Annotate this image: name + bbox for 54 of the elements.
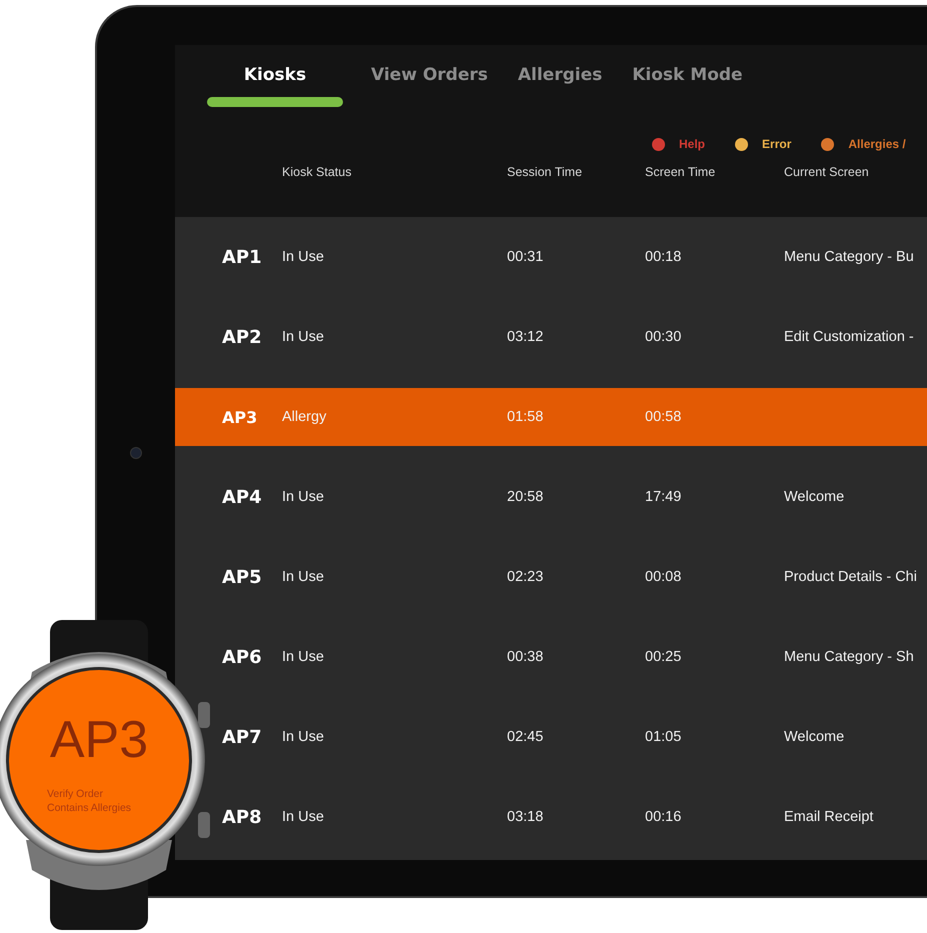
table-cell-text: 20:58 [507,489,544,505]
table-cell-text: 02:45 [507,729,544,745]
table-cell-text: 01:58 [507,409,544,425]
kiosk-id: AP5 [222,566,263,588]
table-cell-text: Edit Customization - [784,329,915,345]
legend-label: Error [762,137,792,151]
kiosk-id: AP6 [222,646,263,668]
table-cell-text: 00:31 [507,249,544,265]
kiosk-id: AP1 [222,246,263,268]
column-header: Kiosk Status [282,165,352,179]
table-cell-text: Welcome [784,489,846,505]
table-cell-text: 02:23 [507,569,544,585]
table-cell-text: 00:16 [645,809,682,825]
table-cell-text: Email Receipt [784,809,874,825]
table-cell-text: In Use [282,569,325,585]
table-cell-text: 00:38 [507,649,544,665]
nav-tab[interactable]: Kiosks [242,65,308,85]
table-cell-text: 00:08 [645,569,682,585]
column-header: Screen Time [645,165,716,179]
camera-icon [130,446,142,458]
table-cell-text: Product Details - Chi [784,569,918,585]
legend-label: Allergies / [848,137,906,151]
table-cell-text: 00:18 [645,249,682,265]
table-cell-text: 00:25 [645,649,682,665]
table-cell-text: 01:05 [645,729,682,745]
kiosk-id: AP3 [222,408,258,426]
table-cell-text: In Use [282,809,325,825]
kiosk-id: AP7 [222,726,263,748]
table-cell-text: 00:58 [645,409,682,425]
nav-tab[interactable]: Kiosk Mode [630,65,745,85]
table-cell-text: Welcome [784,729,846,745]
kiosk-id: AP8 [222,806,263,828]
kiosk-id: AP4 [222,486,263,508]
table-cell-text: Allergy [282,409,328,425]
table-cell-text: In Use [282,249,325,265]
table-cell-text: In Use [282,489,325,505]
nav-tab[interactable]: Allergies [516,65,604,85]
table-cell-text: In Use [282,649,325,665]
table-cell-text: In Use [282,729,325,745]
table-cell-text: 17:49 [645,489,682,505]
table-cell-text: Menu Category - Bu [784,249,915,265]
column-header: Session Time [507,165,584,179]
watch-message: Verify Order Contains Allergies [46,788,132,816]
legend-label: Help [679,137,706,151]
kiosk-id: AP2 [222,326,263,348]
column-header: Current Screen [784,165,870,179]
table-cell-text: 00:30 [645,329,682,345]
watch-kiosk-id: AP3 [50,714,148,766]
table-cell-text: 03:18 [507,809,544,825]
table-cell-text: Menu Category - Sh [784,649,915,665]
selected-row-band[interactable]: AP3 Allergy 01:58 00:58 [175,388,927,446]
nav-tab[interactable]: View Orders [369,65,490,85]
table-cell-text: In Use [282,329,325,345]
table-cell-text: 03:12 [507,329,544,345]
